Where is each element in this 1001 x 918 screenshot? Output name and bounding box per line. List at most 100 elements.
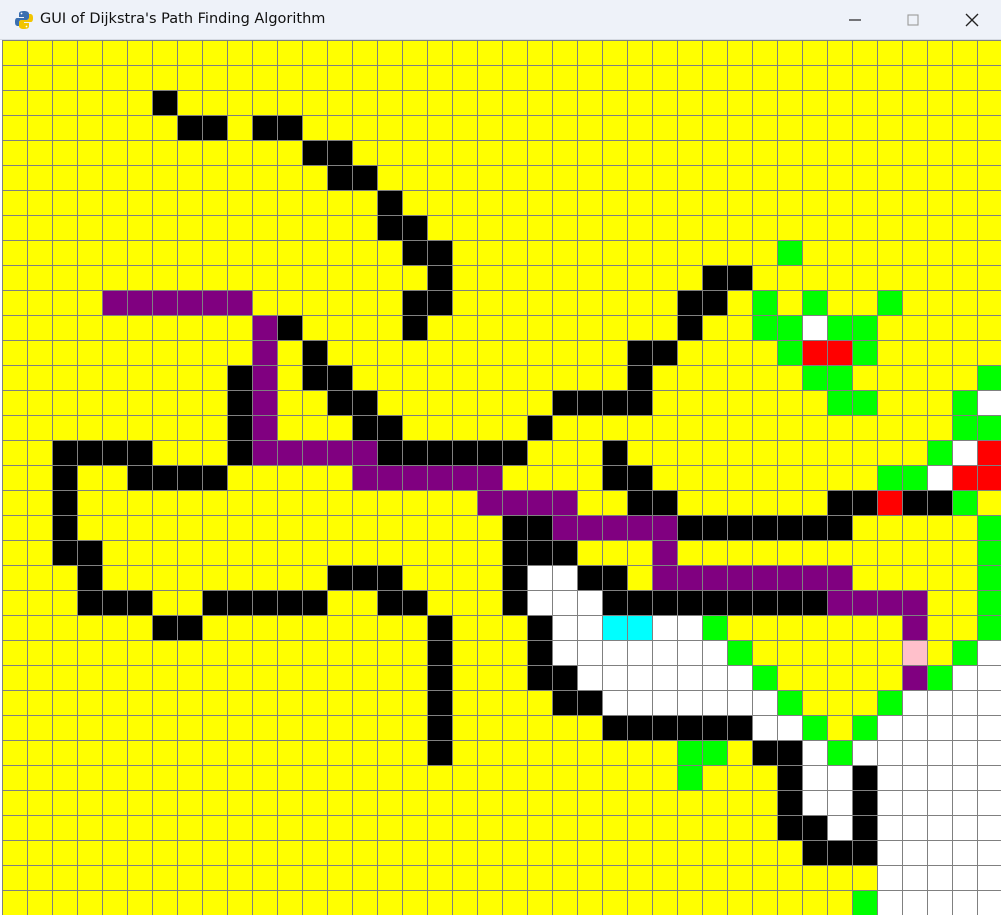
grid-cell-unvisited[interactable] xyxy=(277,65,302,90)
grid-cell-unvisited[interactable] xyxy=(702,865,727,890)
grid-cell-unvisited[interactable] xyxy=(302,65,327,90)
grid-cell-unvisited[interactable] xyxy=(502,840,527,865)
grid-cell-unvisited[interactable] xyxy=(177,315,202,340)
grid-cell-barrier[interactable] xyxy=(302,140,327,165)
grid-cell-barrier[interactable] xyxy=(377,565,402,590)
grid-cell-unvisited[interactable] xyxy=(527,790,552,815)
grid-cell-unvisited[interactable] xyxy=(702,165,727,190)
grid-cell-unvisited[interactable] xyxy=(702,815,727,840)
grid-cell-unvisited[interactable] xyxy=(327,590,352,615)
grid-cell-unvisited[interactable] xyxy=(177,190,202,215)
grid-cell-unvisited[interactable] xyxy=(802,690,827,715)
grid-cell-unvisited[interactable] xyxy=(2,540,27,565)
grid-cell-closed-set[interactable] xyxy=(677,640,702,665)
grid-cell-unvisited[interactable] xyxy=(227,490,252,515)
grid-cell-unvisited[interactable] xyxy=(227,540,252,565)
grid-cell-barrier[interactable] xyxy=(227,440,252,465)
grid-cell-unvisited[interactable] xyxy=(552,365,577,390)
grid-cell-unvisited[interactable] xyxy=(952,615,977,640)
grid-cell-unvisited[interactable] xyxy=(352,790,377,815)
grid-cell-unvisited[interactable] xyxy=(102,565,127,590)
grid-cell-closed-set[interactable] xyxy=(877,890,902,915)
grid-cell-unvisited[interactable] xyxy=(677,490,702,515)
grid-cell-unvisited[interactable] xyxy=(77,90,102,115)
grid-cell-unvisited[interactable] xyxy=(152,240,177,265)
grid-cell-unvisited[interactable] xyxy=(702,65,727,90)
grid-cell-unvisited[interactable] xyxy=(177,790,202,815)
grid-cell-unvisited[interactable] xyxy=(452,265,477,290)
grid-cell-unvisited[interactable] xyxy=(577,215,602,240)
grid-cell-unvisited[interactable] xyxy=(977,190,1001,215)
grid-cell-closed-set[interactable] xyxy=(977,865,1001,890)
grid-cell-unvisited[interactable] xyxy=(52,90,77,115)
grid-cell-unvisited[interactable] xyxy=(477,390,502,415)
grid-cell-unvisited[interactable] xyxy=(627,115,652,140)
grid-cell-path[interactable] xyxy=(777,565,802,590)
grid-cell-closed-set[interactable] xyxy=(952,890,977,915)
grid-cell-unvisited[interactable] xyxy=(602,790,627,815)
grid-cell-barrier[interactable] xyxy=(127,465,152,490)
grid-cell-closed-set[interactable] xyxy=(952,865,977,890)
grid-cell-unvisited[interactable] xyxy=(127,490,152,515)
grid-cell-open-set[interactable] xyxy=(777,315,802,340)
grid-cell-unvisited[interactable] xyxy=(2,165,27,190)
grid-cell-unvisited[interactable] xyxy=(202,165,227,190)
grid-cell-unvisited[interactable] xyxy=(277,715,302,740)
grid-cell-barrier[interactable] xyxy=(902,490,927,515)
grid-cell-unvisited[interactable] xyxy=(502,290,527,315)
grid-cell-unvisited[interactable] xyxy=(627,215,652,240)
grid-cell-unvisited[interactable] xyxy=(252,790,277,815)
grid-cell-unvisited[interactable] xyxy=(52,215,77,240)
grid-cell-unvisited[interactable] xyxy=(302,815,327,840)
grid-cell-unvisited[interactable] xyxy=(877,615,902,640)
grid-cell-unvisited[interactable] xyxy=(52,190,77,215)
grid-cell-unvisited[interactable] xyxy=(477,515,502,540)
grid-cell-unvisited[interactable] xyxy=(777,265,802,290)
grid-cell-unvisited[interactable] xyxy=(577,465,602,490)
grid-cell-open-set[interactable] xyxy=(852,390,877,415)
grid-cell-unvisited[interactable] xyxy=(577,540,602,565)
grid-cell-path[interactable] xyxy=(127,290,152,315)
grid-cell-unvisited[interactable] xyxy=(277,215,302,240)
grid-cell-unvisited[interactable] xyxy=(452,865,477,890)
grid-cell-unvisited[interactable] xyxy=(427,565,452,590)
grid-cell-unvisited[interactable] xyxy=(427,515,452,540)
grid-cell-closed-set[interactable] xyxy=(827,790,852,815)
grid-cell-barrier[interactable] xyxy=(327,165,352,190)
grid-cell-barrier[interactable] xyxy=(52,440,77,465)
grid-cell-unvisited[interactable] xyxy=(902,415,927,440)
grid-cell-unvisited[interactable] xyxy=(752,440,777,465)
grid-cell-unvisited[interactable] xyxy=(927,590,952,615)
grid-cell-unvisited[interactable] xyxy=(427,365,452,390)
grid-cell-unvisited[interactable] xyxy=(377,865,402,890)
grid-cell-unvisited[interactable] xyxy=(677,165,702,190)
grid-cell-unvisited[interactable] xyxy=(402,190,427,215)
grid-cell-unvisited[interactable] xyxy=(377,140,402,165)
grid-cell-open-set[interactable] xyxy=(702,615,727,640)
grid-cell-open-set[interactable] xyxy=(952,640,977,665)
grid-cell-unvisited[interactable] xyxy=(452,315,477,340)
grid-cell-unvisited[interactable] xyxy=(77,465,102,490)
grid-cell-unvisited[interactable] xyxy=(302,790,327,815)
grid-cell-unvisited[interactable] xyxy=(227,565,252,590)
grid-cell-barrier[interactable] xyxy=(602,715,627,740)
grid-cell-unvisited[interactable] xyxy=(627,740,652,765)
grid-cell-unvisited[interactable] xyxy=(402,140,427,165)
grid-cell-barrier[interactable] xyxy=(252,115,277,140)
grid-cell-unvisited[interactable] xyxy=(77,790,102,815)
grid-cell-unvisited[interactable] xyxy=(152,740,177,765)
grid-cell-unvisited[interactable] xyxy=(2,390,27,415)
grid-cell-barrier[interactable] xyxy=(327,565,352,590)
grid-cell-path[interactable] xyxy=(827,590,852,615)
grid-cell-unvisited[interactable] xyxy=(652,215,677,240)
grid-cell-unvisited[interactable] xyxy=(727,140,752,165)
grid-cell-unvisited[interactable] xyxy=(502,65,527,90)
grid-cell-unvisited[interactable] xyxy=(377,90,402,115)
grid-cell-unvisited[interactable] xyxy=(502,140,527,165)
grid-cell-unvisited[interactable] xyxy=(827,40,852,65)
grid-cell-unvisited[interactable] xyxy=(202,815,227,840)
grid-cell-barrier[interactable] xyxy=(527,515,552,540)
grid-cell-barrier[interactable] xyxy=(552,690,577,715)
grid-cell-closed-set[interactable] xyxy=(877,765,902,790)
grid-cell-unvisited[interactable] xyxy=(502,740,527,765)
